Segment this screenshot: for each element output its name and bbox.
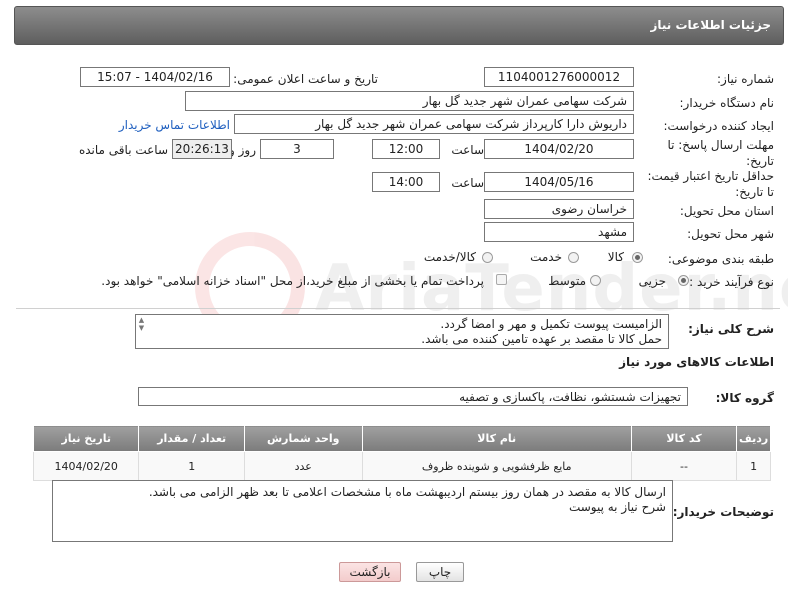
- validity-time-label: ساعت: [451, 176, 484, 190]
- validity-label: حداقل تاریخ اعتبار قیمت: تا تاریخ:: [647, 169, 774, 199]
- process-label: نوع فرآیند خرید :: [689, 275, 774, 289]
- deadline-date-field: 1404/02/20: [484, 139, 634, 159]
- scroll-down-icon: ▼: [138, 324, 145, 332]
- goods-group-label: گروه کالا:: [715, 391, 774, 405]
- goods-section-title: اطلاعات کالاهای مورد نیاز: [619, 355, 774, 369]
- creator-field: داریوش دارا کارپرداز شرکت سهامی عمران شه…: [234, 114, 634, 134]
- announce-label: تاریخ و ساعت اعلان عمومی:: [233, 72, 378, 86]
- goods-group-field: تجهیزات شستشو، نظافت، پاکسازی و تصفیه: [138, 387, 688, 406]
- col-row: ردیف: [736, 425, 771, 452]
- cell-unit: عدد: [243, 451, 363, 481]
- back-button[interactable]: بازگشت: [339, 562, 401, 582]
- description-line-2: حمل کالا تا مقصد بر عهده تامین کننده می …: [421, 332, 662, 346]
- deadline-time-field: 12:00: [372, 139, 440, 159]
- col-date: تاریخ نیاز: [32, 425, 140, 452]
- remaining-time-field: 20:26:13: [172, 139, 232, 159]
- header-bar: جزئیات اطلاعات نیاز: [14, 6, 784, 45]
- description-textarea[interactable]: الزامیست پیوست تکمیل و مهر و امضا گردد. …: [135, 314, 669, 349]
- print-button[interactable]: چاپ: [416, 562, 464, 582]
- goods-table-header: ردیف کد کالا نام کالا واحد شمارش تعداد /…: [32, 425, 771, 452]
- buyer-notes-label: توضیحات خریدار:: [672, 505, 774, 519]
- cell-code: --: [630, 451, 738, 481]
- goods-table: ردیف کد کالا نام کالا واحد شمارش تعداد /…: [32, 425, 771, 481]
- description-label: شرح کلی نیاز:: [688, 322, 774, 336]
- buyer-notes-line-2: شرح نیاز به پیوست: [568, 500, 666, 514]
- treasury-payment-checkbox[interactable]: [496, 274, 507, 285]
- province-label: استان محل تحویل:: [679, 204, 774, 218]
- category-option-service: خدمت: [530, 250, 562, 264]
- buyer-org-field: شرکت سهامی عمران شهر جدید گل بهار: [185, 91, 634, 111]
- validity-time-field: 14:00: [372, 172, 440, 192]
- col-qty: تعداد / مقدار: [138, 425, 245, 452]
- need-number-field: 1104001276000012: [484, 67, 634, 87]
- remaining-time-label: ساعت باقی مانده: [78, 143, 168, 157]
- buyer-notes-line-1: ارسال کالا به مقصد در همان روز بیستم ارد…: [148, 485, 666, 499]
- buyer-notes-textarea[interactable]: ارسال کالا به مقصد در همان روز بیستم ارد…: [52, 480, 673, 542]
- city-field: مشهد: [484, 222, 634, 242]
- validity-date-field: 1404/05/16: [484, 172, 634, 192]
- deadline-days-field: 3: [260, 139, 334, 159]
- province-field: خراسان رضوی: [484, 199, 634, 219]
- divider: [16, 308, 780, 309]
- cell-row: 1: [736, 451, 771, 481]
- process-option-medium: متوسط: [548, 274, 586, 288]
- deadline-time-label: ساعت: [451, 143, 484, 157]
- cell-date: 1404/02/20: [32, 451, 140, 481]
- category-radio-goods-service[interactable]: [482, 252, 493, 263]
- scroll-up-icon: ▲: [138, 316, 145, 324]
- deadline-label: مهلت ارسال پاسخ: تا تاریخ:: [667, 138, 774, 168]
- treasury-payment-note: پرداخت تمام یا بخشی از مبلغ خرید،از محل …: [101, 274, 484, 288]
- category-radio-goods[interactable]: [632, 252, 643, 263]
- process-radio-medium[interactable]: [590, 275, 601, 286]
- process-option-minor: جزیی: [638, 274, 666, 288]
- cell-qty: 1: [138, 451, 245, 481]
- announce-field: 1404/02/16 - 15:07: [80, 67, 230, 87]
- category-label: طبقه بندی موضوعی:: [667, 252, 774, 266]
- category-option-goods: کالا: [607, 250, 624, 264]
- col-code: کد کالا: [630, 425, 738, 452]
- city-label: شهر محل تحویل:: [687, 227, 774, 241]
- description-scrollbar[interactable]: ▲ ▼: [137, 316, 146, 332]
- category-option-goods-service: کالا/خدمت: [423, 250, 476, 264]
- category-radio-service[interactable]: [568, 252, 579, 263]
- page-title: جزئیات اطلاعات نیاز: [650, 18, 771, 32]
- description-line-1: الزامیست پیوست تکمیل و مهر و امضا گردد.: [440, 317, 662, 331]
- creator-label: ایجاد کننده درخواست:: [663, 119, 774, 133]
- need-number-label: شماره نیاز:: [717, 72, 774, 86]
- col-unit: واحد شمارش: [243, 425, 363, 452]
- deadline-days-label: روز و: [229, 143, 256, 157]
- process-radio-minor[interactable]: [678, 275, 689, 286]
- table-row: 1 -- مایع ظرفشویی و شوینده ظروف عدد 1 14…: [32, 451, 771, 481]
- cell-name: مایع ظرفشویی و شوینده ظروف: [361, 451, 632, 481]
- col-name: نام کالا: [361, 425, 632, 452]
- buyer-contact-link[interactable]: اطلاعات تماس خریدار: [119, 118, 230, 132]
- buyer-org-label: نام دستگاه خریدار:: [679, 96, 775, 110]
